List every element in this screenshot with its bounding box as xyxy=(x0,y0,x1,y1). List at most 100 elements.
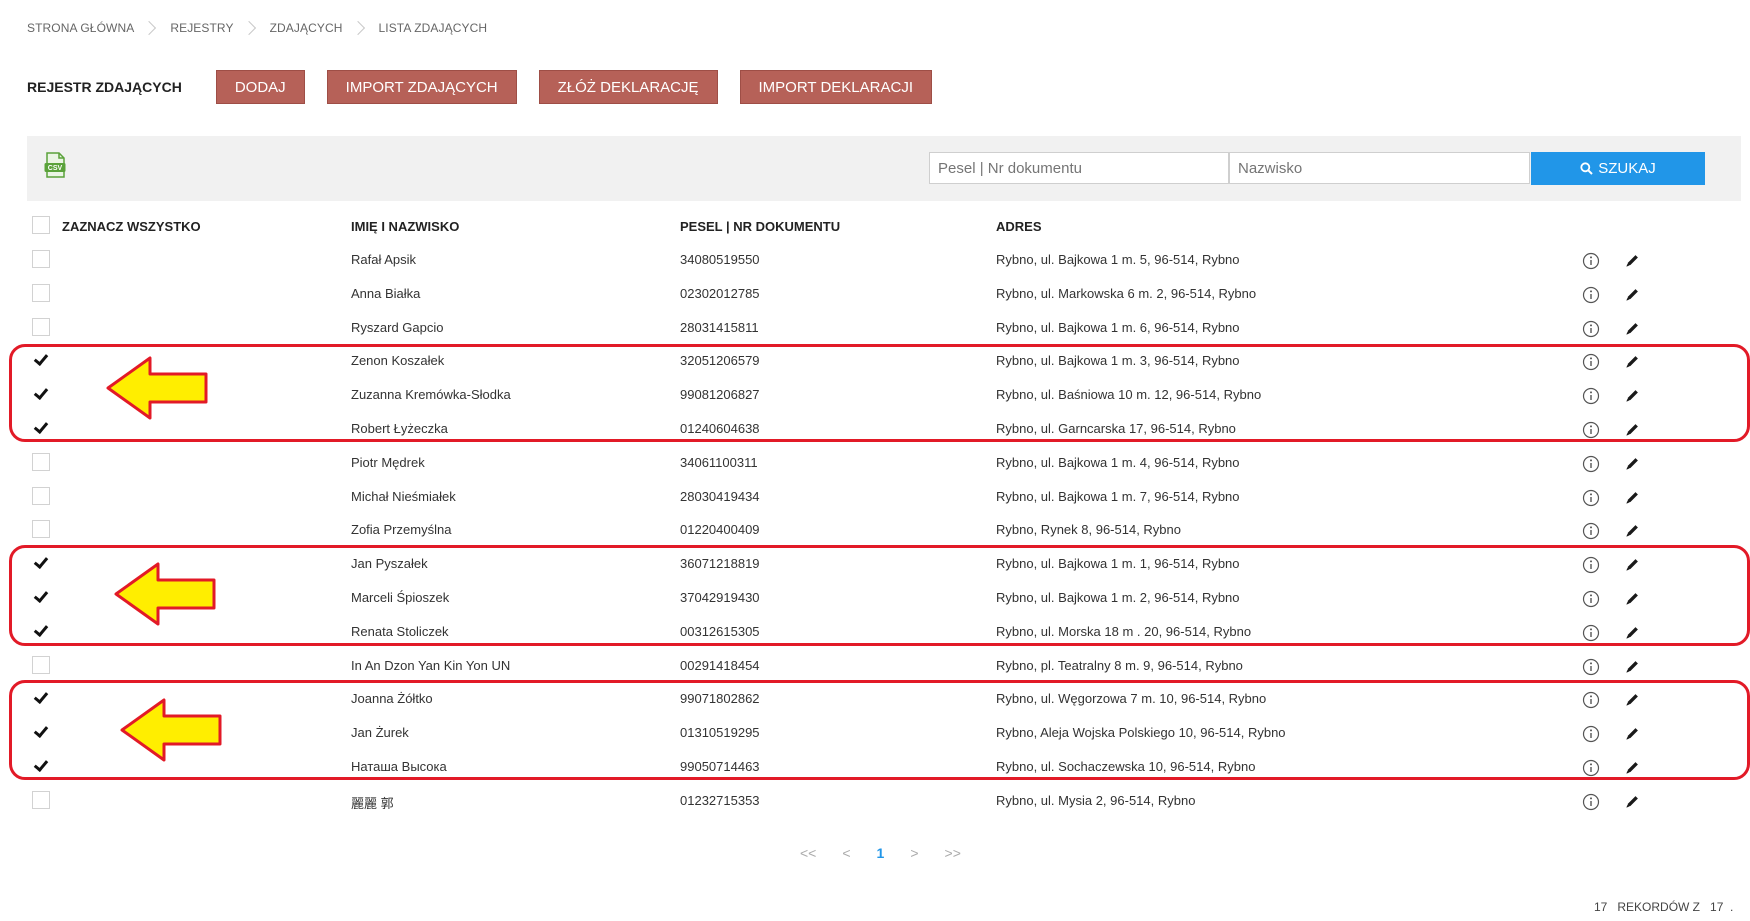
row-checkbox[interactable] xyxy=(32,588,50,606)
info-icon[interactable] xyxy=(1582,320,1600,338)
table-row: Jan Żurek 01310519295 Rybno, Aleja Wojska … xyxy=(0,717,1750,751)
cell-address: Rybno, ul. Baśniowa 10 m. 12, 96-514, Ry… xyxy=(996,387,1262,403)
cell-name: In An Dzon Yan Kin Yon UN xyxy=(351,657,511,673)
pencil-icon[interactable] xyxy=(1624,659,1640,675)
select-all-label: ZAZNACZ WSZYSTKO xyxy=(62,219,201,234)
row-checkbox[interactable] xyxy=(32,655,50,674)
row-checkbox[interactable] xyxy=(32,520,50,539)
info-icon[interactable] xyxy=(1582,658,1600,676)
pencil-icon[interactable] xyxy=(1624,625,1640,641)
table-row: Joanna Żółtko 99071802862 Rybno, ul. Węgor… xyxy=(0,683,1750,717)
pencil-icon[interactable] xyxy=(1624,692,1640,708)
row-checkbox[interactable] xyxy=(32,757,50,775)
table-row: Zofia Przemyślna 01220400409 Rybno, Rynek … xyxy=(0,514,1750,548)
info-icon[interactable] xyxy=(1582,624,1600,642)
breadcrumb-candidates[interactable]: ZDAJĄCYCH xyxy=(270,21,343,35)
pencil-icon[interactable] xyxy=(1624,321,1640,337)
table-header: ZAZNACZ WSZYSTKO IMIĘ I NAZWISKO PESEL |… xyxy=(0,210,1750,244)
csv-export-icon[interactable]: CSV xyxy=(44,152,66,178)
info-icon[interactable] xyxy=(1582,522,1600,540)
breadcrumb-registers[interactable]: REJESTRY xyxy=(170,21,233,35)
cell-address: Rybno, ul. Mysia 2, 96-514, Rybno xyxy=(996,792,1196,808)
info-icon[interactable] xyxy=(1582,455,1600,473)
info-icon[interactable] xyxy=(1582,590,1600,608)
row-checkbox[interactable] xyxy=(32,723,50,741)
search-button[interactable]: SZUKAJ xyxy=(1531,152,1705,185)
row-checkbox[interactable] xyxy=(32,554,50,572)
pagination-first[interactable]: << xyxy=(800,845,816,861)
add-button[interactable]: DODAJ xyxy=(215,70,305,104)
info-icon[interactable] xyxy=(1582,489,1600,507)
pagination-current-page[interactable]: 1 xyxy=(877,845,885,861)
pencil-icon[interactable] xyxy=(1624,253,1640,269)
pencil-icon[interactable] xyxy=(1624,523,1640,539)
row-checkbox[interactable] xyxy=(32,351,50,369)
yellow-arrow-icon xyxy=(106,356,208,420)
row-checkbox[interactable] xyxy=(32,689,50,707)
pencil-icon[interactable] xyxy=(1624,726,1640,742)
cell-name: Zofia Przemyślna xyxy=(351,522,452,538)
row-checkbox[interactable] xyxy=(32,486,50,505)
import-candidates-button[interactable]: IMPORT ZDAJĄCYCH xyxy=(326,70,517,104)
surname-search-input[interactable] xyxy=(1229,152,1530,184)
row-checkbox[interactable] xyxy=(32,452,50,471)
breadcrumb-separator-icon xyxy=(142,20,157,36)
pencil-icon[interactable] xyxy=(1624,490,1640,506)
cell-name: Rafał Apsik xyxy=(351,252,417,267)
row-checkbox[interactable] xyxy=(32,790,50,809)
select-all-checkbox[interactable] xyxy=(32,216,50,234)
cell-address: Rybno, ul. Bajkowa 1 m. 4, 96-514, Rybno xyxy=(996,454,1240,470)
info-icon[interactable] xyxy=(1582,353,1600,371)
table-row: Наташа Высока 99050714463 Rybno, ul. Socha… xyxy=(0,751,1750,785)
pencil-icon[interactable] xyxy=(1624,287,1640,303)
table-row: Robert Łyżeczka 01240604638 Rybno, ul. Gar… xyxy=(0,413,1750,447)
table-row: Renata Stoliczek 00312615305 Rybno, ul. Mo… xyxy=(0,616,1750,650)
cell-pesel: 32051206579 xyxy=(680,353,760,369)
pencil-icon[interactable] xyxy=(1624,557,1640,573)
row-checkbox[interactable] xyxy=(32,385,50,403)
info-icon[interactable] xyxy=(1582,725,1600,743)
pencil-icon[interactable] xyxy=(1624,456,1640,472)
info-icon[interactable] xyxy=(1582,387,1600,405)
pencil-icon[interactable] xyxy=(1624,591,1640,607)
pencil-icon[interactable] xyxy=(1624,422,1640,438)
row-checkbox[interactable] xyxy=(32,622,50,640)
pencil-icon[interactable] xyxy=(1624,354,1640,370)
pagination-prev[interactable]: < xyxy=(842,845,850,861)
search-button-label: SZUKAJ xyxy=(1598,160,1656,177)
breadcrumb-home[interactable]: STRONA GŁÓWNA xyxy=(27,21,134,35)
table-row: Rafał Apsik 34080519550 Rybno, ul. Bajkowa… xyxy=(0,244,1750,278)
pencil-icon[interactable] xyxy=(1624,794,1640,810)
info-icon[interactable] xyxy=(1582,252,1600,270)
pencil-icon[interactable] xyxy=(1624,388,1640,404)
submit-declaration-button[interactable]: ZŁÓŻ DEKLARACJĘ xyxy=(538,70,718,104)
breadcrumb-candidate-list: LISTA ZDAJĄCYCH xyxy=(378,21,488,35)
info-icon[interactable] xyxy=(1582,793,1600,811)
info-icon[interactable] xyxy=(1582,691,1600,709)
table-row: Marceli Śpioszek 37042919430 Rybno, ul. Ba… xyxy=(0,582,1750,616)
info-icon[interactable] xyxy=(1582,759,1600,777)
cell-name: Marceli Śpioszek xyxy=(351,589,450,605)
table-row: Jan Pyszałek 36071218819 Rybno, ul. Bajkow… xyxy=(0,548,1750,582)
pagination-next[interactable]: > xyxy=(910,845,918,861)
cell-name: Ryszard Gapcio xyxy=(351,319,444,335)
info-icon[interactable] xyxy=(1582,421,1600,439)
row-checkbox[interactable] xyxy=(32,283,50,302)
import-declarations-button[interactable]: IMPORT DEKLARACJI xyxy=(739,70,932,104)
pesel-search-input[interactable] xyxy=(929,152,1229,184)
cell-pesel: 34080519550 xyxy=(680,252,760,267)
cell-address: Rybno, Rynek 8, 96-514, Rybno xyxy=(996,522,1181,538)
cell-address: Rybno, ul. Bajkowa 1 m. 3, 96-514, Rybno xyxy=(996,353,1240,369)
row-checkbox[interactable] xyxy=(32,317,50,336)
pagination-last[interactable]: >> xyxy=(945,845,961,861)
column-header-address: ADRES xyxy=(996,219,1042,234)
pencil-icon[interactable] xyxy=(1624,760,1640,776)
row-checkbox[interactable] xyxy=(32,419,50,437)
filter-bar: CSV SZUKAJ xyxy=(27,136,1741,201)
info-icon[interactable] xyxy=(1582,286,1600,304)
cell-pesel: 02302012785 xyxy=(680,285,760,301)
cell-name: Robert Łyżeczka xyxy=(351,420,448,436)
row-checkbox[interactable] xyxy=(32,250,50,268)
info-icon[interactable] xyxy=(1582,556,1600,574)
cell-address: Rybno, Aleja Wojska Polskiego 10, 96-514… xyxy=(996,725,1286,741)
